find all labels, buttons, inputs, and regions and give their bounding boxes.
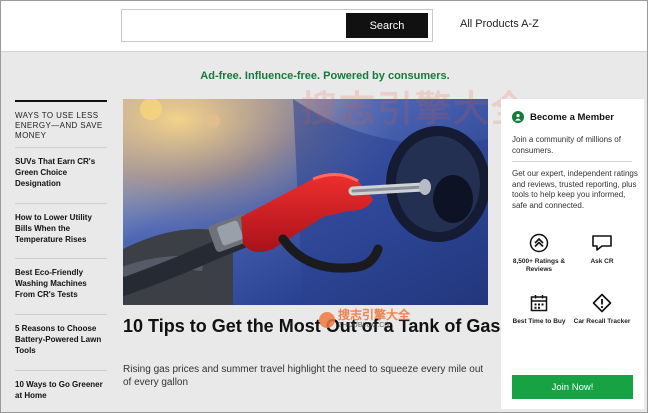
calendar-icon [530,295,548,312]
sidebar-item-greener-at-home[interactable]: 10 Ways to Go Greener at Home [15,370,107,410]
sidebar-item-eco-washing-machines[interactable]: Best Eco-Friendly Washing Machines From … [15,258,107,314]
benefit-ask-cr-label: Ask CR [590,258,614,265]
gas-nozzle-photo [123,99,488,305]
member-header: Become a Member [512,111,614,123]
member-panel: Become a Member Join a community of mill… [501,99,644,409]
benefit-best-time-label: Best Time to Buy [512,318,566,325]
all-products-link[interactable]: All Products A-Z [460,18,539,30]
benefit-ratings-label: 8,500+ Ratings & Reviews [512,258,566,273]
sidebar-item-battery-lawn-tools[interactable]: 5 Reasons to Choose Battery-Powered Lawn… [15,314,107,370]
search-input[interactable] [126,14,344,37]
search-box: Search [121,9,433,42]
article-dek: Rising gas prices and summer travel high… [123,364,484,388]
tagline: Ad-free. Influence-free. Powered by cons… [200,70,450,82]
search-button[interactable]: Search [346,13,428,38]
member-person-icon [512,111,524,123]
member-title: Become a Member [530,111,614,123]
join-now-button[interactable]: Join Now! [512,375,633,399]
warning-diamond-icon [592,293,612,313]
chat-bubble-icon [592,235,612,251]
sidebar-heading: WAYS TO USE LESS ENERGY—AND SAVE MONEY [15,100,107,147]
benefit-best-time[interactable]: Best Time to Buy [509,293,569,326]
member-description: Get our expert, independent ratings and … [512,169,638,210]
member-divider [512,161,632,162]
benefit-car-recall-label: Car Recall Tracker [573,318,631,325]
member-intro: Join a community of millions of consumer… [512,135,621,155]
benefit-ask-cr[interactable]: Ask CR [572,233,632,266]
article-title[interactable]: 10 Tips to Get the Most Out of a Tank of… [123,315,503,337]
sidebar-item-green-choice-suvs[interactable]: SUVs That Earn CR's Green Choice Designa… [15,147,107,203]
hero-image[interactable] [123,99,488,305]
benefit-ratings[interactable]: 8,500+ Ratings & Reviews [509,233,569,274]
ratings-chevron-icon [529,233,549,253]
benefit-car-recall[interactable]: Car Recall Tracker [572,293,632,326]
sidebar-item-lower-utility-bills[interactable]: How to Lower Utility Bills When the Temp… [15,203,107,258]
left-sidebar: WAYS TO USE LESS ENERGY—AND SAVE MONEY S… [15,100,107,410]
page-frame: Search All Products A-Z Ad-free. Influen… [0,0,648,413]
site-header: Search All Products A-Z [1,1,647,52]
